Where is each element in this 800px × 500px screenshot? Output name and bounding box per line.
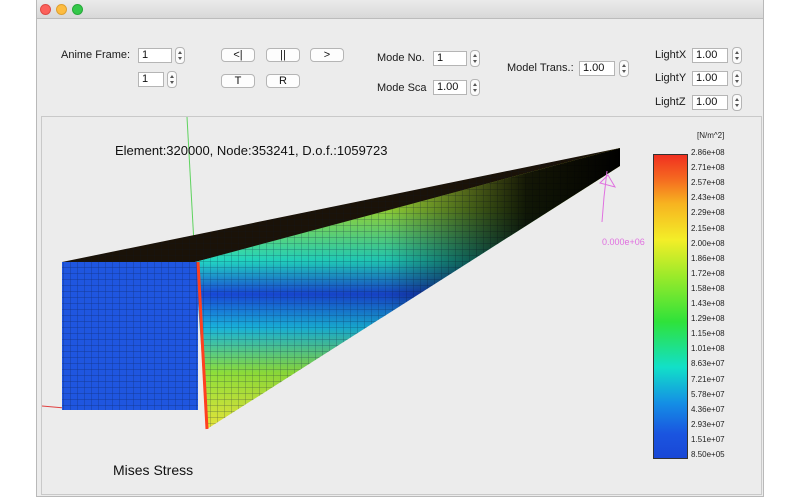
- colorbar-tick-label: 2.43e+08: [691, 193, 725, 203]
- model-trans-label: Model Trans.:: [507, 62, 574, 74]
- lightz-field[interactable]: 1.00: [692, 95, 728, 110]
- colorbar-tick-label: 2.57e+08: [691, 178, 725, 188]
- lighty-field[interactable]: 1.00: [692, 71, 728, 86]
- app-window: Anime Frame: 1 1 <| || > T R Mode No. 1 …: [36, 0, 764, 497]
- model-trans-field[interactable]: 1.00: [579, 61, 615, 76]
- pause-button[interactable]: ||: [266, 48, 300, 62]
- mode-no-label: Mode No.: [377, 52, 425, 64]
- t-button[interactable]: T: [221, 74, 255, 88]
- model-trans-arrows[interactable]: [619, 60, 629, 77]
- colorbar-tick-label: 2.71e+08: [691, 163, 725, 173]
- mode-no-field[interactable]: 1: [433, 51, 467, 66]
- model-info-text: Element:320000, Node:353241, D.o.f.:1059…: [115, 143, 388, 158]
- anime-frame-arrows[interactable]: [175, 47, 185, 64]
- frame-step-arrows[interactable]: [167, 71, 177, 88]
- lightx-field[interactable]: 1.00: [692, 48, 728, 63]
- colorbar-tick-label: 1.29e+08: [691, 314, 725, 324]
- mode-sca-label: Mode Sca: [377, 82, 427, 94]
- colorbar-tick-label: 8.50e+05: [691, 450, 725, 459]
- colorbar-tick-label: 2.15e+08: [691, 223, 725, 233]
- lighty-label: LightY: [655, 72, 687, 84]
- minimize-button[interactable]: [56, 4, 67, 15]
- colorbar-tick-label: 2.93e+07: [691, 419, 725, 429]
- colorbar: [653, 154, 688, 459]
- prev-frame-button[interactable]: <|: [221, 48, 255, 62]
- title-bar: [37, 0, 763, 19]
- anime-frame-field[interactable]: 1: [138, 48, 172, 63]
- result-name-label: Mises Stress: [113, 462, 194, 478]
- mode-sca-field[interactable]: 1.00: [433, 80, 467, 95]
- mode-sca-arrows[interactable]: [470, 79, 480, 96]
- lightz-arrows[interactable]: [732, 94, 742, 111]
- lighty-arrows[interactable]: [732, 70, 742, 87]
- colorbar-tick-label: 4.36e+07: [691, 404, 725, 414]
- colorbar-tick-label: 8.63e+07: [691, 359, 725, 369]
- next-frame-button[interactable]: >: [310, 48, 344, 62]
- zoom-button[interactable]: [72, 4, 83, 15]
- render-viewport[interactable]: 0.000e+06 Element:320000, Node:353241, D…: [41, 116, 762, 495]
- colorbar-unit: [N/m^2]: [697, 131, 725, 140]
- colorbar-tick-label: 1.51e+07: [691, 434, 725, 444]
- colorbar-tick-label: 1.86e+08: [691, 253, 725, 263]
- colorbar-tick-label: 2.29e+08: [691, 208, 725, 218]
- lightx-arrows[interactable]: [732, 47, 742, 64]
- colorbar-tick-label: 5.78e+07: [691, 389, 725, 399]
- mode-no-arrows[interactable]: [470, 50, 480, 67]
- colorbar-tick-label: 1.72e+08: [691, 268, 725, 278]
- frame-step-field[interactable]: 1: [138, 72, 164, 87]
- load-label: 0.000e+06: [602, 237, 645, 247]
- colorbar-tick-label: 1.15e+08: [691, 329, 725, 339]
- anime-frame-label: Anime Frame:: [61, 49, 131, 61]
- colorbar-tick-label: 2.00e+08: [691, 238, 725, 248]
- colorbar-tick-label: 1.43e+08: [691, 299, 725, 308]
- r-button[interactable]: R: [266, 74, 300, 88]
- colorbar-tick-label: 2.86e+08: [691, 148, 725, 157]
- lightz-label: LightZ: [655, 96, 686, 108]
- lightx-label: LightX: [655, 49, 687, 61]
- colorbar-tick-label: 1.58e+08: [691, 283, 725, 293]
- colorbar-tick-label: 7.21e+07: [691, 374, 725, 384]
- colorbar-tick-label: 1.01e+08: [691, 344, 725, 354]
- close-button[interactable]: [40, 4, 51, 15]
